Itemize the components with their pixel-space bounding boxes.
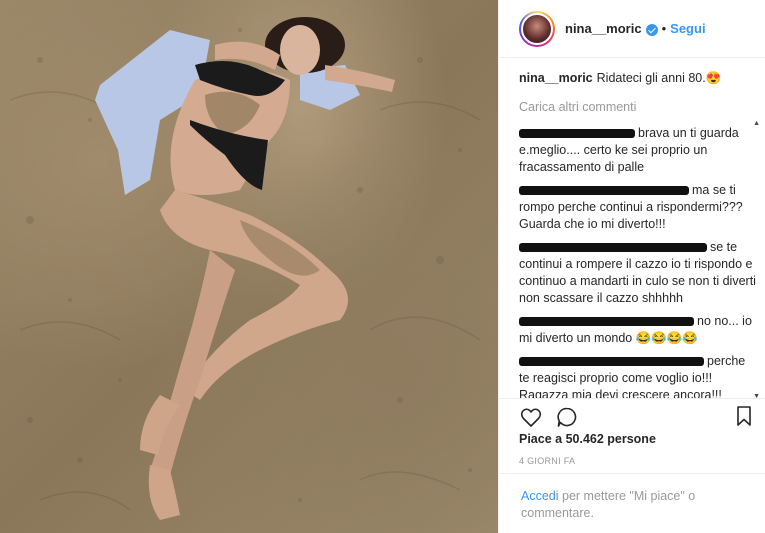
list-item: se te continui a rompere il cazzo io ti … (519, 239, 757, 307)
likes-count[interactable]: Piace a 50.462 persone (519, 432, 656, 446)
redacted-username (519, 243, 707, 253)
avatar[interactable] (519, 10, 555, 47)
follow-button[interactable]: Segui (670, 21, 705, 36)
separator-dot: • (661, 21, 667, 36)
post-photo[interactable] (0, 0, 498, 533)
list-item: ma se ti rompo perche continui a rispond… (519, 182, 757, 233)
post-side-panel: nina__moric • Segui nina__moric Ridateci … (498, 0, 765, 533)
caption: nina__moric Ridateci gli anni 80.😍 (519, 70, 757, 87)
redacted-username (519, 129, 635, 139)
post-username[interactable]: nina__moric (565, 21, 642, 36)
caption-text: Ridateci gli anni 80.😍 (596, 71, 722, 85)
post-header: nina__moric • Segui (499, 0, 765, 58)
action-bar (499, 398, 765, 430)
post-time-ago[interactable]: 4 GIORNI FA (519, 456, 575, 466)
scroll-up-arrow-icon[interactable]: ▲ (753, 120, 760, 127)
list-item: perche te reagisci proprio come voglio i… (519, 353, 757, 398)
bookmark-icon[interactable] (734, 405, 754, 427)
comment-icon[interactable] (555, 405, 579, 429)
heart-icon[interactable] (519, 405, 543, 429)
beach-figure-illustration (9, 17, 481, 520)
list-item: no no... io mi diverto un mondo 😂😂😂😂 (519, 313, 757, 347)
redacted-username (519, 186, 689, 196)
comments-list: nina__moric Ridateci gli anni 80.😍 Carica… (519, 70, 757, 398)
verified-badge-icon (645, 23, 658, 36)
comments-scrollbar[interactable]: ▲ ▼ (753, 120, 762, 400)
login-prompt: Accedi per mettere "Mi piace" o commenta… (499, 473, 765, 533)
caption-username[interactable]: nina__moric (519, 71, 593, 85)
list-item: brava un ti guarda e.meglio.... certo ke… (519, 125, 757, 176)
redacted-username (519, 357, 704, 367)
login-link[interactable]: Accedi (521, 489, 559, 503)
redacted-username (519, 317, 694, 327)
load-more-comments-button[interactable]: Carica altri commenti (519, 99, 757, 116)
